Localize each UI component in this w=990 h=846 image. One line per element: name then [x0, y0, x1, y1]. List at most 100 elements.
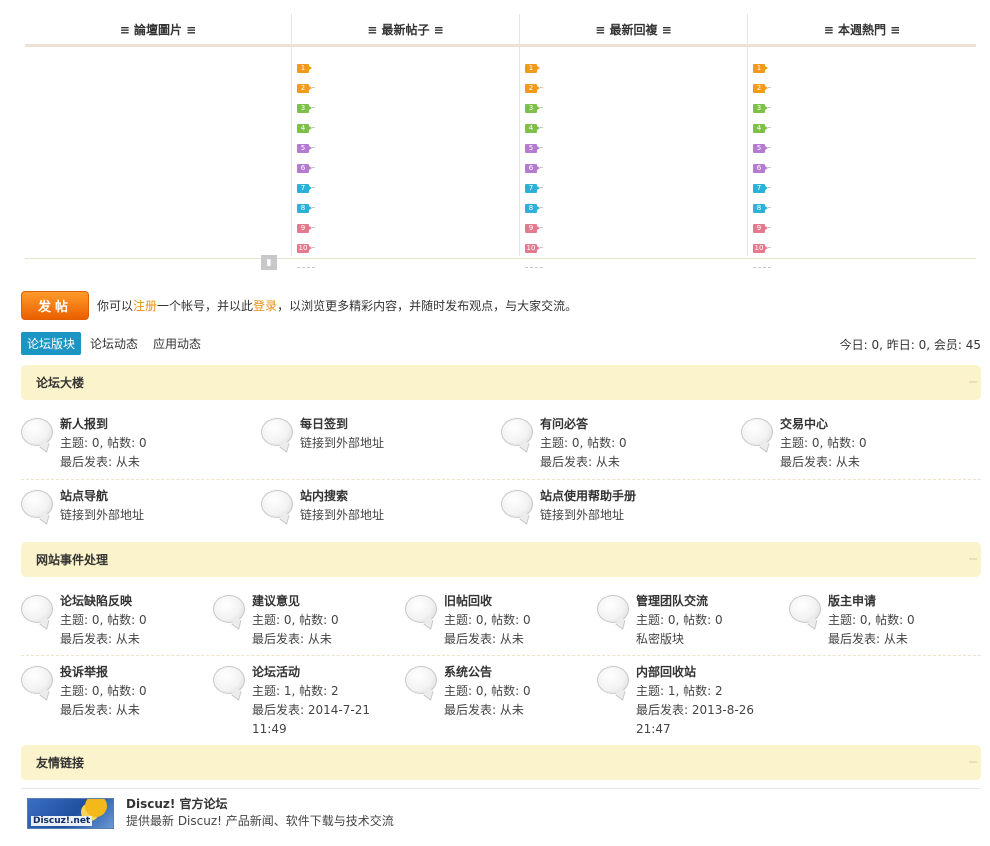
forum-item[interactable]: 论坛活动 主题: 1, 帖数: 2 最后发表: 2014-7-21 11:49 [213, 656, 405, 738]
forum-item[interactable]: 站内搜索 链接到外部地址 [261, 480, 501, 538]
rank-item[interactable]: 8 [292, 196, 519, 228]
rank-item[interactable]: 4 [292, 116, 519, 148]
forum-item[interactable]: 投诉举报 主题: 0, 帖数: 0 最后发表: 从未 [21, 656, 213, 738]
forum-bubble-icon[interactable] [21, 666, 53, 694]
forum-bubble-icon[interactable] [213, 595, 245, 623]
forum-item[interactable]: 系统公告 主题: 0, 帖数: 0 最后发表: 从未 [405, 656, 597, 738]
tab-forum-images[interactable]: ≡ 論壇圖片 ≡ [25, 14, 291, 44]
rank-item[interactable]: 5 [292, 136, 519, 168]
forum-name[interactable]: 站内搜索 [300, 487, 384, 506]
rank-number-badge: 8 [297, 204, 312, 213]
link-title[interactable]: Discuz! 官方论坛 [126, 796, 394, 813]
forum-name[interactable]: 建议意见 [252, 592, 339, 611]
forum-name[interactable]: 站点使用帮助手册 [540, 487, 636, 506]
rank-item[interactable]: 10 [520, 236, 747, 268]
forum-item[interactable]: 旧帖回收 主题: 0, 帖数: 0 最后发表: 从未 [405, 585, 597, 655]
rank-item[interactable]: 6 [748, 156, 976, 188]
tab-forum-activity[interactable]: 论坛动态 [84, 332, 144, 355]
forum-item[interactable]: 站点导航 链接到外部地址 [21, 480, 261, 538]
forum-bubble-icon[interactable] [501, 490, 533, 518]
forum-bubble-icon[interactable] [405, 595, 437, 623]
rank-item[interactable]: 2 [748, 76, 976, 108]
forum-bubble-icon[interactable] [213, 666, 245, 694]
rank-item[interactable]: 2 [292, 76, 519, 108]
forum-item[interactable]: 每日签到 链接到外部地址 [261, 408, 501, 479]
forum-item[interactable]: 论坛缺陷反映 主题: 0, 帖数: 0 最后发表: 从未 [21, 585, 213, 655]
forum-name[interactable]: 新人报到 [60, 415, 147, 434]
rank-item[interactable]: 9 [748, 216, 976, 248]
section-header-friend-links[interactable]: 友情链接 [21, 745, 981, 780]
forum-item[interactable]: 管理团队交流 主题: 0, 帖数: 0 私密版块 [597, 585, 789, 655]
forum-bubble-icon[interactable] [21, 595, 53, 623]
forum-name[interactable]: 管理团队交流 [636, 592, 723, 611]
rank-item[interactable]: 6 [292, 156, 519, 188]
tab-forum-boards[interactable]: 论坛版块 [21, 332, 82, 355]
forum-item[interactable]: 版主申请 主题: 0, 帖数: 0 最后发表: 从未 [789, 585, 981, 655]
rank-item[interactable]: 1 [292, 56, 519, 88]
rank-item[interactable]: 3 [748, 96, 976, 128]
tab-latest-posts[interactable]: ≡ 最新帖子 ≡ [291, 14, 519, 44]
forum-name[interactable]: 内部回收站 [636, 663, 754, 682]
rank-item[interactable]: 10 [292, 236, 519, 268]
section-header-site-events[interactable]: 网站事件处理 [21, 542, 981, 577]
forum-name[interactable]: 系统公告 [444, 663, 531, 682]
rank-item[interactable]: 3 [520, 96, 747, 128]
forum-bubble-icon[interactable] [597, 666, 629, 694]
tab-weekly-hot[interactable]: ≡ 本週熱門 ≡ [747, 14, 976, 44]
forum-name[interactable]: 每日签到 [300, 415, 384, 434]
forum-bubble-icon[interactable] [501, 418, 533, 446]
register-link[interactable]: 注册 [133, 299, 157, 313]
rank-item[interactable]: 8 [520, 196, 747, 228]
rank-item[interactable]: 3 [292, 96, 519, 128]
forum-item[interactable]: 交易中心 主题: 0, 帖数: 0 最后发表: 从未 [741, 408, 981, 479]
rank-item[interactable]: 9 [520, 216, 747, 248]
rank-item[interactable]: 2 [520, 76, 747, 108]
login-link[interactable]: 登录 [253, 299, 277, 313]
forum-bubble-icon[interactable] [261, 418, 293, 446]
section-header-forum-building[interactable]: 论坛大楼 [21, 365, 981, 400]
forum-item[interactable]: 站点使用帮助手册 链接到外部地址 [501, 480, 741, 538]
forum-images-panel: ▮ [25, 47, 291, 270]
forum-item[interactable]: 建议意见 主题: 0, 帖数: 0 最后发表: 从未 [213, 585, 405, 655]
tab-latest-replies[interactable]: ≡ 最新回複 ≡ [519, 14, 747, 44]
tab-app-activity[interactable]: 应用动态 [147, 332, 207, 355]
rank-item[interactable]: 9 [292, 216, 519, 248]
rank-item[interactable]: 4 [748, 116, 976, 148]
forum-name[interactable]: 版主申请 [828, 592, 915, 611]
forum-name[interactable]: 论坛缺陷反映 [60, 592, 147, 611]
forum-bubble-icon[interactable] [21, 418, 53, 446]
forum-name[interactable]: 交易中心 [780, 415, 867, 434]
forum-bubble-icon[interactable] [741, 418, 773, 446]
rank-item[interactable]: 6 [520, 156, 747, 188]
collapse-icon[interactable] [969, 761, 977, 763]
rank-item[interactable]: 5 [520, 136, 747, 168]
forum-item[interactable]: 有问必答 主题: 0, 帖数: 0 最后发表: 从未 [501, 408, 741, 479]
forum-meta-line: 21:47 [636, 722, 671, 736]
forum-bubble-icon[interactable] [597, 595, 629, 623]
forum-bubble-icon[interactable] [261, 490, 293, 518]
rank-item[interactable]: 1 [520, 56, 747, 88]
forum-item[interactable]: 新人报到 主题: 0, 帖数: 0 最后发表: 从未 [21, 408, 261, 479]
forum-bubble-icon[interactable] [789, 595, 821, 623]
forum-name[interactable]: 投诉举报 [60, 663, 147, 682]
forum-name[interactable]: 论坛活动 [252, 663, 370, 682]
rank-item[interactable]: 7 [748, 176, 976, 208]
forum-name[interactable]: 有问必答 [540, 415, 627, 434]
rank-item[interactable]: 7 [520, 176, 747, 208]
rank-item[interactable]: 1 [748, 56, 976, 88]
forum-bubble-icon[interactable] [405, 666, 437, 694]
forum-name[interactable]: 旧帖回收 [444, 592, 531, 611]
collapse-icon[interactable] [969, 381, 977, 383]
rank-item[interactable]: 8 [748, 196, 976, 228]
new-post-button[interactable]: 发帖 [21, 291, 89, 320]
forum-item[interactable]: 内部回收站 主题: 1, 帖数: 2 最后发表: 2013-8-26 21:47 [597, 656, 789, 738]
slide-pager-icon[interactable]: ▮ [261, 255, 277, 270]
discuz-logo[interactable]: Discuz!.net [27, 798, 114, 829]
rank-item[interactable]: 5 [748, 136, 976, 168]
forum-bubble-icon[interactable] [21, 490, 53, 518]
rank-item[interactable]: 4 [520, 116, 747, 148]
rank-item[interactable]: 7 [292, 176, 519, 208]
forum-name[interactable]: 站点导航 [60, 487, 144, 506]
rank-item[interactable]: 10 [748, 236, 976, 268]
collapse-icon[interactable] [969, 558, 977, 560]
